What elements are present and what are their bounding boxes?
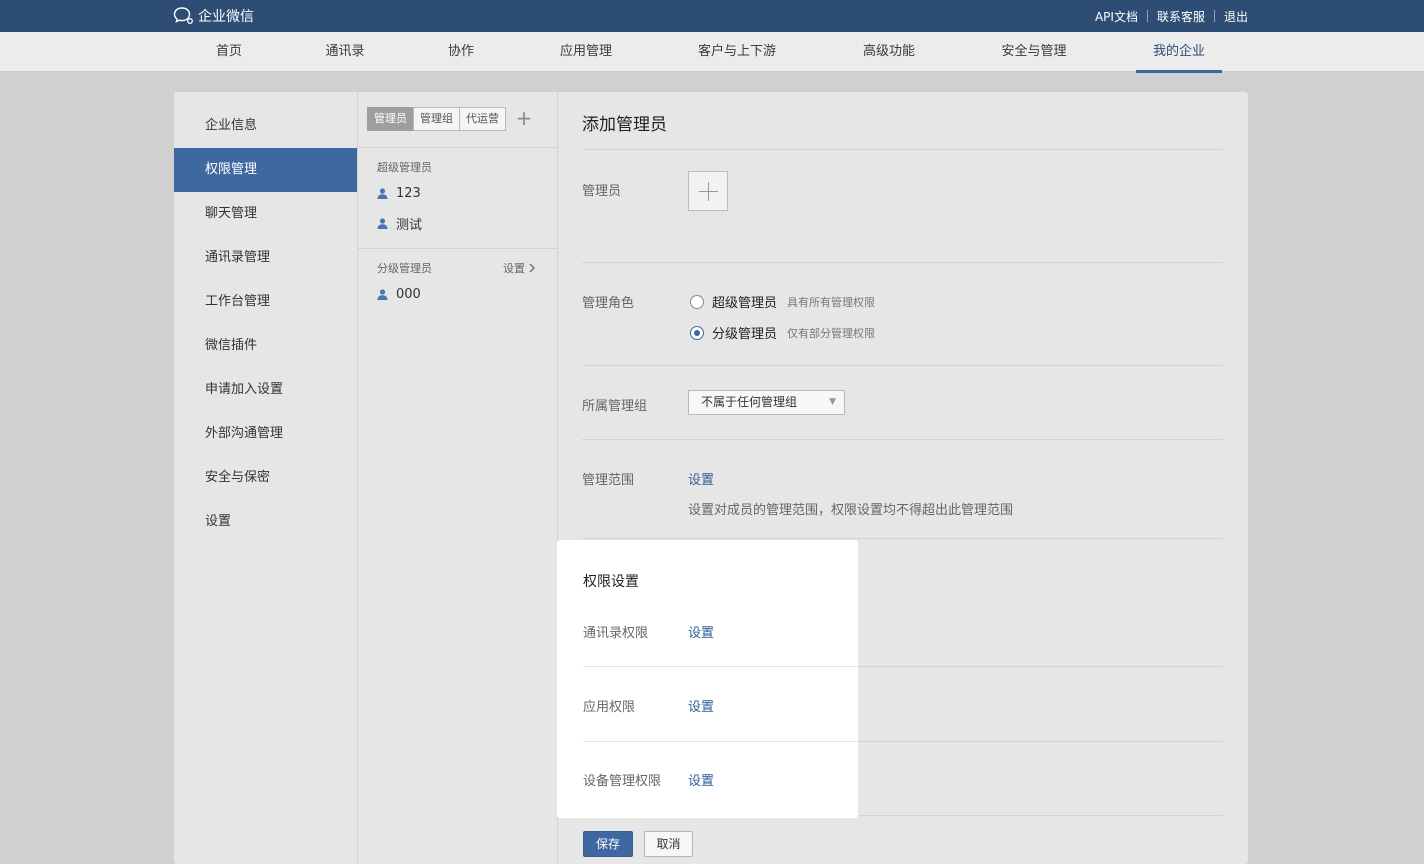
sidebar-item-contacts-mgmt[interactable]: 通讯录管理 — [174, 236, 357, 280]
role-radio-super[interactable] — [690, 294, 704, 309]
list-item[interactable]: 测试 — [377, 214, 422, 233]
top-links: API文档 联系客服 退出 — [1095, 0, 1248, 32]
divider — [358, 147, 557, 148]
scope-field-label: 管理范围 — [582, 473, 635, 488]
divider — [858, 741, 1223, 742]
top-bar: 企业微信 API文档 联系客服 退出 — [0, 0, 1424, 32]
divider — [582, 538, 1223, 539]
permission-settings-link-apps[interactable]: 设置 — [688, 696, 714, 715]
user-name: 123 — [396, 186, 421, 201]
logout-link[interactable]: 退出 — [1224, 8, 1248, 25]
group-select[interactable]: 不属于任何管理组 ▼ — [688, 390, 845, 415]
role-desc: 具有所有管理权限 — [787, 295, 876, 309]
divider — [583, 666, 858, 667]
nav-item-advanced[interactable]: 高级功能 — [850, 32, 928, 72]
user-name: 测试 — [396, 218, 423, 233]
role-name: 分级管理员 — [712, 327, 778, 342]
admin-tabs: 管理员 管理组 代运营 + — [367, 107, 536, 131]
add-admin-button[interactable] — [688, 171, 728, 211]
role-radio-sub[interactable] — [690, 325, 704, 340]
sidebar-item-enterprise-info[interactable]: 企业信息 — [174, 104, 357, 148]
add-admin-icon[interactable]: + — [512, 107, 536, 131]
sidebar-item-chat[interactable]: 聊天管理 — [174, 192, 357, 236]
role-option-super[interactable]: 超级管理员 具有所有管理权限 — [690, 292, 875, 311]
nav-item-collaboration[interactable]: 协作 — [432, 32, 490, 72]
divider — [582, 262, 1223, 263]
main-nav: 首页 通讯录 协作 应用管理 客户与上下游 高级功能 安全与管理 我的企业 — [0, 32, 1424, 73]
sidebar-item-join-settings[interactable]: 申请加入设置 — [174, 368, 357, 412]
list-item[interactable]: 000 — [377, 287, 421, 302]
divider — [582, 439, 1223, 440]
scope-settings-link[interactable]: 设置 — [688, 469, 714, 488]
tab-admin-groups[interactable]: 管理组 — [413, 107, 460, 131]
page-title: 添加管理员 — [582, 115, 667, 135]
contact-support-link[interactable]: 联系客服 — [1157, 8, 1205, 25]
divider — [858, 666, 1223, 667]
nav-item-app-management[interactable]: 应用管理 — [548, 32, 624, 72]
settings-text: 设置 — [503, 262, 525, 275]
super-admin-label: 超级管理员 — [377, 161, 432, 174]
user-icon — [377, 218, 388, 229]
user-name: 000 — [396, 287, 421, 302]
sidebar-item-external-comm[interactable]: 外部沟通管理 — [174, 412, 357, 456]
cancel-button[interactable]: 取消 — [644, 831, 693, 857]
sidebar-item-workbench[interactable]: 工作台管理 — [174, 280, 357, 324]
sidebar-item-settings[interactable]: 设置 — [174, 500, 357, 544]
divider — [583, 741, 858, 742]
sidebar-item-security-privacy[interactable]: 安全与保密 — [174, 456, 357, 500]
user-icon — [377, 289, 388, 300]
nav-item-customers[interactable]: 客户与上下游 — [684, 32, 790, 72]
divider — [858, 815, 1223, 816]
link-divider — [1213, 10, 1215, 22]
group-select-value: 不属于任何管理组 — [701, 395, 798, 409]
divider — [358, 248, 557, 249]
permissions-title: 权限设置 — [583, 574, 639, 590]
tab-agency[interactable]: 代运营 — [459, 107, 506, 131]
wecom-logo-icon — [173, 7, 193, 24]
admin-field-label: 管理员 — [582, 184, 622, 199]
permission-label-apps: 应用权限 — [583, 700, 636, 715]
permissions-card: 权限设置 通讯录权限 设置 应用权限 设置 设备管理权限 设置 — [557, 540, 858, 818]
nav-item-security[interactable]: 安全与管理 — [988, 32, 1080, 72]
role-desc: 仅有部分管理权限 — [787, 326, 876, 340]
tab-admins[interactable]: 管理员 — [367, 107, 414, 131]
api-docs-link[interactable]: API文档 — [1095, 8, 1138, 25]
save-button[interactable]: 保存 — [583, 831, 633, 857]
column-divider — [357, 92, 358, 864]
group-field-label: 所属管理组 — [582, 399, 648, 414]
permission-settings-link-devices[interactable]: 设置 — [688, 770, 714, 789]
permission-settings-link-contacts[interactable]: 设置 — [688, 622, 714, 641]
caret-down-icon: ▼ — [829, 397, 836, 407]
divider — [582, 149, 1223, 150]
nav-item-my-enterprise[interactable]: 我的企业 — [1136, 32, 1222, 73]
sub-admin-label: 分级管理员 — [377, 262, 432, 275]
nav-item-contacts[interactable]: 通讯录 — [316, 32, 374, 72]
brand-name: 企业微信 — [198, 9, 254, 25]
permission-label-devices: 设备管理权限 — [583, 774, 662, 789]
role-option-sub[interactable]: 分级管理员 仅有部分管理权限 — [690, 323, 875, 342]
sidebar-item-wechat-plugin[interactable]: 微信插件 — [174, 324, 357, 368]
sidebar-item-permissions[interactable]: 权限管理 — [174, 148, 357, 192]
user-icon — [377, 188, 388, 199]
brand-logo[interactable]: 企业微信 — [173, 6, 254, 26]
permission-label-contacts: 通讯录权限 — [583, 626, 649, 641]
role-field-label: 管理角色 — [582, 296, 635, 311]
nav-item-home[interactable]: 首页 — [200, 32, 258, 72]
sidebar: 企业信息 权限管理 聊天管理 通讯录管理 工作台管理 微信插件 申请加入设置 外… — [174, 104, 357, 544]
scope-description: 设置对成员的管理范围，权限设置均不得超出此管理范围 — [688, 503, 1014, 518]
role-name: 超级管理员 — [712, 296, 778, 311]
chevron-right-icon — [529, 263, 535, 273]
sub-admin-settings-link[interactable]: 设置 — [503, 260, 536, 276]
divider — [582, 365, 1223, 366]
link-divider — [1146, 10, 1148, 22]
list-item[interactable]: 123 — [377, 186, 421, 201]
